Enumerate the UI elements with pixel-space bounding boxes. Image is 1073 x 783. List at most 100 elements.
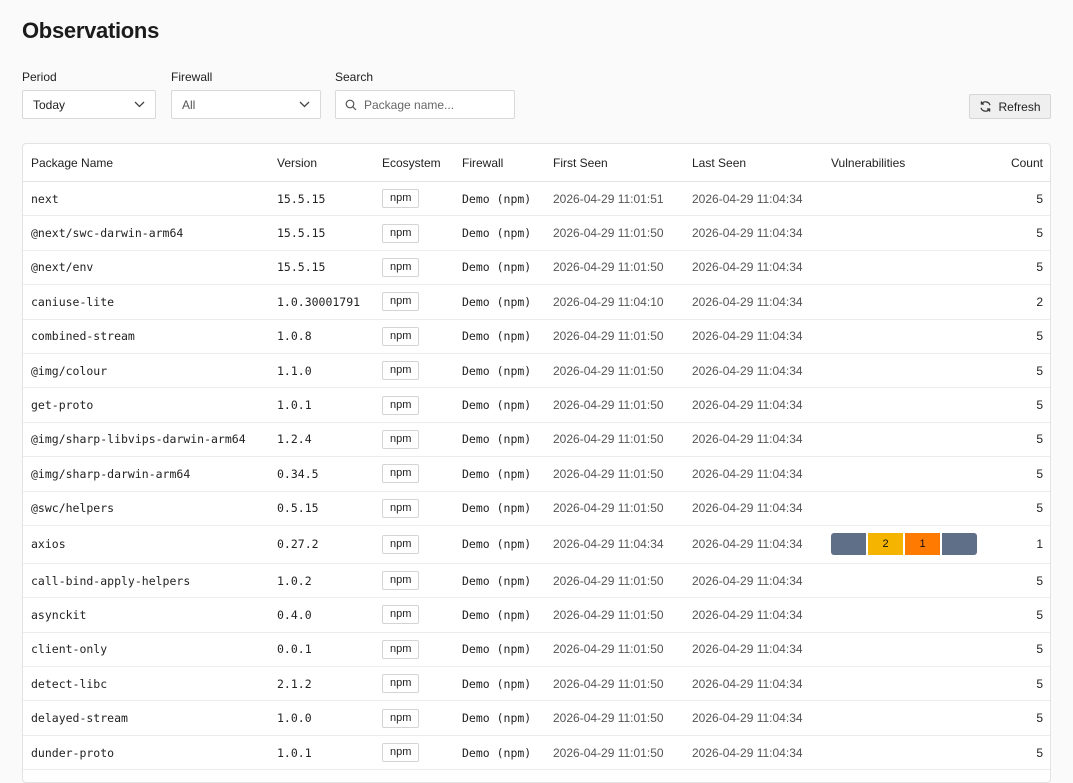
- ecosystem-cell: npm: [382, 422, 462, 458]
- table-row[interactable]: get-proto 1.0.1 npm Demo (npm) 2026-04-29 11…: [23, 387, 1050, 423]
- version-cell: 15.5.15: [277, 181, 382, 217]
- vulnerabilities-cell: [831, 422, 981, 458]
- firewall-cell: Demo (npm): [462, 353, 553, 389]
- first-seen-cell: 2026-04-29 11:01:50: [553, 563, 692, 599]
- table-row[interactable]: delayed-stream 1.0.0 npm Demo (npm) 2026-04-…: [23, 700, 1050, 736]
- package-name-cell[interactable]: detect-libc: [23, 666, 277, 702]
- table-row[interactable]: @next/swc-darwin-arm64 15.5.15 npm Demo (np…: [23, 215, 1050, 251]
- package-name-cell[interactable]: @swc/helpers: [23, 491, 277, 526]
- package-name-cell[interactable]: @next/env: [23, 250, 277, 286]
- ecosystem-cell: npm: [382, 735, 462, 771]
- table-row[interactable]: combined-stream 1.0.8 npm Demo (npm) 2026-04…: [23, 319, 1050, 354]
- page-title: Observations: [22, 18, 160, 43]
- package-name-cell[interactable]: combined-stream: [23, 319, 277, 354]
- vulnerabilities-cell: [831, 666, 981, 702]
- ecosystem-badge: npm: [382, 292, 420, 312]
- search-input[interactable]: [364, 97, 504, 112]
- ecosystem-badge: npm: [382, 257, 420, 277]
- table-row[interactable]: next 15.5.15 npm Demo (npm) 2026-04-29 11:01…: [23, 181, 1050, 217]
- vulnerabilities-cell: [831, 491, 981, 526]
- table-row[interactable]: @next/env 15.5.15 npm Demo (npm) 2026-04-29 …: [23, 250, 1050, 286]
- table-row[interactable]: @img/sharp-libvips-darwin-arm64 1.2.4 npm D…: [23, 422, 1050, 458]
- column-header-last-seen[interactable]: Last Seen: [692, 144, 831, 182]
- table-row[interactable]: @img/colour 1.1.0 npm Demo (npm) 2026-04-29 …: [23, 353, 1050, 389]
- package-name-cell[interactable]: client-only: [23, 632, 277, 668]
- ecosystem-badge: npm: [382, 674, 420, 694]
- table-row[interactable]: call-bind-apply-helpers 1.0.2 npm Demo (npm…: [23, 563, 1050, 599]
- ecosystem-badge: npm: [382, 429, 420, 449]
- package-name-cell[interactable]: @img/sharp-darwin-arm64: [23, 456, 277, 492]
- firewall-select[interactable]: All: [171, 90, 321, 119]
- column-header-ecosystem[interactable]: Ecosystem: [382, 144, 462, 182]
- last-seen-cell: 2026-04-29 11:04:34: [692, 422, 831, 458]
- package-name-cell[interactable]: next: [23, 181, 277, 217]
- last-seen-cell: 2026-04-29 11:04:34: [692, 735, 831, 771]
- ecosystem-cell: npm: [382, 666, 462, 702]
- first-seen-cell: 2026-04-29 11:01:50: [553, 700, 692, 736]
- table-row[interactable]: @swc/helpers 0.5.15 npm Demo (npm) 2026-04-2…: [23, 491, 1050, 526]
- column-header-first-seen[interactable]: First Seen: [553, 144, 692, 182]
- ecosystem-badge: npm: [382, 395, 420, 415]
- column-header-version[interactable]: Version: [277, 144, 382, 182]
- table-row[interactable]: axios 0.27.2 npm Demo (npm) 2026-04-29 11:04…: [23, 525, 1050, 564]
- package-name-cell[interactable]: dunder-proto: [23, 735, 277, 771]
- vulnerabilities-cell: [831, 597, 981, 633]
- version-cell: 0.0.1: [277, 632, 382, 668]
- ecosystem-cell: npm: [382, 491, 462, 526]
- firewall-cell: Demo (npm): [462, 181, 553, 217]
- column-header-package-name[interactable]: Package Name: [23, 144, 277, 182]
- search-label: Search: [335, 70, 374, 84]
- package-name-cell[interactable]: asynckit: [23, 597, 277, 633]
- package-name-cell[interactable]: @img/colour: [23, 353, 277, 389]
- vulnerabilities-cell: [831, 353, 981, 389]
- ecosystem-cell: npm: [382, 387, 462, 423]
- version-cell: 0.5.15: [277, 491, 382, 526]
- ecosystem-badge: npm: [382, 571, 420, 591]
- vulnerability-bar[interactable]: 21: [831, 533, 977, 556]
- firewall-cell: Demo (npm): [462, 525, 553, 564]
- last-seen-cell: 2026-04-29 11:04:34: [692, 250, 831, 286]
- vulnerability-critical-segment: [831, 533, 866, 556]
- column-header-count[interactable]: Count: [981, 144, 1050, 182]
- last-seen-cell: 2026-04-29 11:04:34: [692, 597, 831, 633]
- ecosystem-badge: npm: [382, 326, 420, 346]
- package-name-cell[interactable]: get-proto: [23, 387, 277, 423]
- table-row[interactable]: asynckit 0.4.0 npm Demo (npm) 2026-04-29 11:…: [23, 597, 1050, 633]
- package-name-cell[interactable]: axios: [23, 525, 277, 564]
- table-row[interactable]: @img/sharp-darwin-arm64 0.34.5 npm Demo (np…: [23, 456, 1050, 492]
- package-name-cell[interactable]: caniuse-lite: [23, 284, 277, 320]
- period-select[interactable]: Today: [22, 90, 156, 119]
- table-row[interactable]: detect-libc 2.1.2 npm Demo (npm) 2026-04-29 …: [23, 666, 1050, 702]
- firewall-cell: Demo (npm): [462, 215, 553, 251]
- table-row[interactable]: client-only 0.0.1 npm Demo (npm) 2026-04-29 …: [23, 632, 1050, 668]
- package-name-cell[interactable]: delayed-stream: [23, 700, 277, 736]
- package-name-cell[interactable]: @next/swc-darwin-arm64: [23, 215, 277, 251]
- firewall-cell: Demo (npm): [462, 422, 553, 458]
- count-cell: 5: [981, 666, 1050, 702]
- first-seen-cell: 2026-04-29 11:01:50: [553, 215, 692, 251]
- vulnerabilities-cell: [831, 387, 981, 423]
- ecosystem-badge: npm: [382, 189, 420, 209]
- last-seen-cell: 2026-04-29 11:04:34: [692, 181, 831, 217]
- table-header-row: Package Name Version Ecosystem Firewall …: [23, 144, 1050, 182]
- first-seen-cell: 2026-04-29 11:01:50: [553, 353, 692, 389]
- package-name-cell[interactable]: call-bind-apply-helpers: [23, 563, 277, 599]
- package-name-cell[interactable]: @img/sharp-libvips-darwin-arm64: [23, 422, 277, 458]
- refresh-button[interactable]: Refresh: [969, 94, 1051, 119]
- table-row[interactable]: caniuse-lite 1.0.30001791 npm Demo (npm) 202…: [23, 284, 1050, 320]
- firewall-cell: Demo (npm): [462, 632, 553, 668]
- ecosystem-cell: npm: [382, 319, 462, 354]
- refresh-label: Refresh: [998, 99, 1041, 114]
- firewall-cell: Demo (npm): [462, 735, 553, 771]
- firewall-cell: Demo (npm): [462, 250, 553, 286]
- vulnerabilities-cell: [831, 563, 981, 599]
- count-cell: 5: [981, 250, 1050, 286]
- version-cell: 0.34.5: [277, 456, 382, 492]
- ecosystem-cell: npm: [382, 250, 462, 286]
- table-row[interactable]: dunder-proto 1.0.1 npm Demo (npm) 2026-04-29…: [23, 735, 1050, 771]
- version-cell: 1.0.8: [277, 319, 382, 354]
- column-header-vulnerabilities[interactable]: Vulnerabilities: [831, 144, 981, 182]
- column-header-firewall[interactable]: Firewall: [462, 144, 553, 182]
- vulnerability-low-segment: [942, 533, 977, 556]
- search-field[interactable]: [335, 90, 515, 119]
